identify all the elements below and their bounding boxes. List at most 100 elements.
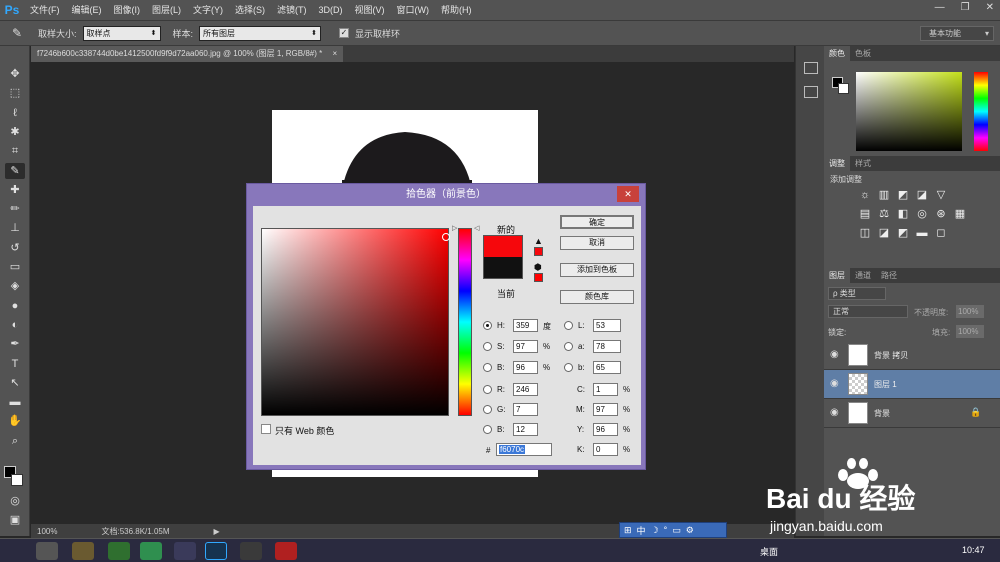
photoshop-taskbar-icon[interactable] [205,542,227,560]
brightness-adjustment-icon[interactable]: ☼ [858,188,872,202]
hue-bar[interactable] [458,228,472,416]
zoom-tool-icon[interactable]: ⌕ [5,433,25,449]
dodge-tool-icon[interactable]: ◐ [5,317,25,333]
brush-tool-icon[interactable]: ✏ [5,201,25,217]
crop-tool-icon[interactable]: ⌗ [5,143,25,159]
hue-slider-right-icon[interactable]: ◁ [474,224,479,232]
color-libraries-button[interactable]: 颜色库 [560,290,634,304]
pen-tool-icon[interactable]: ✒ [5,336,25,352]
explorer-icon[interactable] [72,542,94,560]
invert-adjustment-icon[interactable]: ◫ [858,226,872,240]
color-spectrum[interactable] [856,72,962,151]
stamp-tool-icon[interactable]: ⊥ [5,220,25,236]
tab-adjustments[interactable]: 调整 [824,156,850,171]
exposure-adjustment-icon[interactable]: ◪ [915,188,929,202]
lab-l-field[interactable]: 53 [593,319,621,332]
lasso-tool-icon[interactable]: ℓ [5,105,25,121]
visibility-eye-icon[interactable]: ◉ [830,407,839,418]
tab-layers[interactable]: 图层 [824,268,850,283]
qq-icon[interactable] [240,542,262,560]
show-ring-checkbox[interactable]: ✓ [339,28,350,38]
gamut-warning-swatch[interactable] [534,247,543,256]
path-select-tool-icon[interactable]: ↖ [5,375,25,391]
hue-slider[interactable] [974,72,988,151]
fill-field[interactable]: 100% [956,325,984,338]
blue-radio[interactable] [483,425,492,434]
quick-select-tool-icon[interactable]: ✱ [5,124,25,140]
layer-name[interactable]: 图层 1 [874,379,897,390]
status-menu-arrow-icon[interactable]: ▶ [214,527,220,536]
healing-tool-icon[interactable]: ✚ [5,182,25,198]
browser-icon[interactable] [140,542,162,560]
hex-field[interactable]: f6070c [496,443,552,456]
web-cube-icon[interactable]: ⬢ [534,262,542,273]
menu-6[interactable]: 滤镜(T) [271,0,313,20]
gradient-map-adjustment-icon[interactable]: ▬ [915,226,929,240]
current-color-swatch[interactable] [483,257,523,279]
saturation-radio[interactable] [483,342,492,351]
curves-adjustment-icon[interactable]: ◩ [896,188,910,202]
tab-swatches[interactable]: 色板 [850,46,876,61]
app-icon[interactable] [275,542,297,560]
ime-logo-icon[interactable]: ⊞ [624,525,632,536]
black-white-adjustment-icon[interactable]: ◧ [896,207,910,221]
selective-color-adjustment-icon[interactable]: ◻ [934,226,948,240]
tab-styles[interactable]: 样式 [850,156,876,171]
opacity-field[interactable]: 100% [956,305,984,318]
menu-7[interactable]: 3D(D) [313,0,349,20]
type-tool-icon[interactable]: T [5,356,25,372]
media-icon[interactable] [108,542,130,560]
hand-tool-icon[interactable]: ✋ [5,413,25,429]
clock[interactable]: 10:47 [962,545,985,555]
black-field[interactable]: 0 [593,443,618,456]
channel-mixer-adjustment-icon[interactable]: ⊛ [934,207,948,221]
marquee-tool-icon[interactable]: ⬚ [5,85,25,101]
menu-3[interactable]: 图层(L) [146,0,187,20]
hue-sat-adjustment-icon[interactable]: ▤ [858,207,872,221]
web-only-checkbox[interactable] [261,424,271,434]
layer-name[interactable]: 背景 拷贝 [874,350,908,361]
close-button[interactable]: ✕ [986,2,994,13]
properties-panel-icon[interactable] [804,86,818,98]
restore-button[interactable]: ❐ [961,2,970,13]
brightness-field[interactable]: 96 [513,361,538,374]
visibility-eye-icon[interactable]: ◉ [830,378,839,389]
shape-tool-icon[interactable]: ▬ [5,394,25,410]
blur-tool-icon[interactable]: ● [5,298,25,314]
menu-1[interactable]: 编辑(E) [66,0,108,20]
eyedropper-tool-icon[interactable]: ✎ [5,162,25,179]
layer-row[interactable]: ◉ 背景 🔒 [824,399,1000,428]
tab-paths[interactable]: 路径 [876,268,902,283]
document-tab[interactable]: f7246b600c338744d0be1412500fd9f9d72aa060… [31,46,344,62]
layer-name[interactable]: 背景 [874,408,890,419]
brightness-radio[interactable] [483,363,492,372]
hue-field[interactable]: 359 [513,319,538,332]
layer-row[interactable]: ◉ 背景 拷贝 [824,341,1000,370]
ime-moon-icon[interactable]: ☽ [651,525,659,536]
move-tool-icon[interactable]: ✥ [5,66,25,82]
ime-tools-icon[interactable]: ⚙ [686,525,694,536]
history-brush-tool-icon[interactable]: ↺ [5,240,25,256]
ime-punct-icon[interactable]: ° [664,525,668,535]
hue-slider-left-icon[interactable]: ▷ [452,224,457,232]
eyedropper-tool-icon[interactable]: ✎ [12,26,32,40]
magenta-field[interactable]: 97 [593,403,618,416]
tab-channels[interactable]: 通道 [850,268,876,283]
cancel-button[interactable]: 取消 [560,236,634,250]
add-to-swatches-button[interactable]: 添加到色板 [560,263,634,277]
menu-0[interactable]: 文件(F) [24,0,66,20]
desktop-label[interactable]: 桌面 [760,545,778,558]
background-swatch[interactable] [838,83,849,94]
layer-row[interactable]: ◉ 图层 1 [824,370,1000,399]
web-safe-swatch[interactable] [534,273,543,282]
green-field[interactable]: 7 [513,403,538,416]
minimize-button[interactable]: — [935,2,945,13]
zoom-level[interactable]: 100% [37,527,57,536]
menu-9[interactable]: 窗口(W) [391,0,436,20]
ok-button[interactable]: 确定 [560,215,634,229]
color-balance-adjustment-icon[interactable]: ⚖ [877,207,891,221]
eraser-tool-icon[interactable]: ▭ [5,259,25,275]
history-panel-icon[interactable] [804,62,818,74]
quick-mask-icon[interactable]: ◎ [5,493,25,509]
workspace-select[interactable]: 基本功能 ▾ [920,26,994,41]
